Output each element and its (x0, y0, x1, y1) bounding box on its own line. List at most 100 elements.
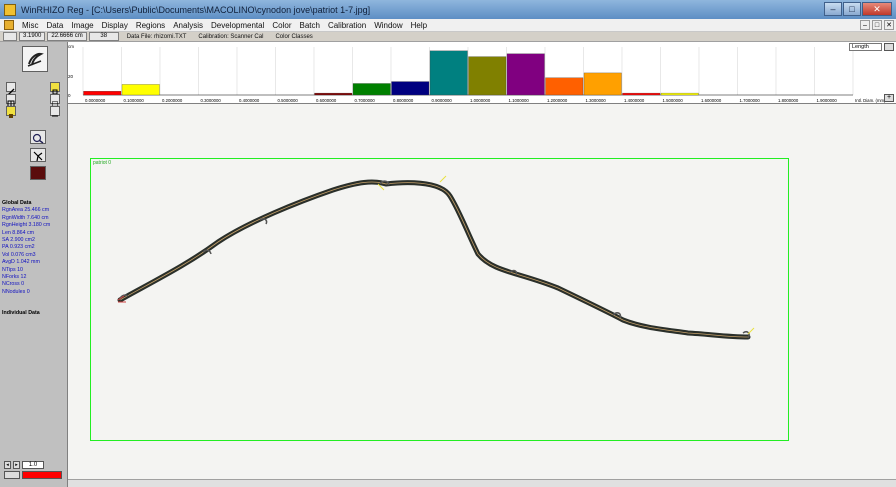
root-sample-button[interactable] (30, 148, 46, 162)
histogram-bar (660, 92, 699, 96)
global-volume: Vol 0.076 cm3 (2, 251, 36, 258)
histogram-xtick: 1.1000000 (509, 98, 530, 103)
analyze-tool-button[interactable] (30, 130, 46, 144)
global-data-header: Global Data (2, 200, 32, 206)
global-nodules: NNodules 0 (2, 288, 30, 295)
global-surface-area: SA 2.900 cm2 (2, 237, 35, 244)
global-forks: NForks 12 (2, 274, 27, 281)
menu-calibration[interactable]: Calibration (324, 21, 370, 30)
histogram-tail-label: Intl. Diam. (mm) (855, 98, 886, 103)
label-icon (9, 114, 13, 118)
histogram-xtick: 1.2000000 (547, 98, 568, 103)
histogram-bar (583, 72, 622, 96)
title-bar: WinRHIZO Reg - [C:\Users\Public\Document… (0, 0, 896, 19)
pen-tool-button[interactable] (6, 82, 16, 96)
global-rgn-height: RgnHeight 3.180 cm (2, 222, 51, 229)
histogram-xtick: 1.9000000 (817, 98, 838, 103)
status-field-length: 22.6666 cm (47, 32, 87, 41)
roi-label: patriot 0 (93, 160, 112, 166)
menu-regions[interactable]: Regions (132, 21, 169, 30)
histogram-bar (352, 83, 391, 96)
window-controls: – □ ✕ (824, 2, 892, 16)
window-title: WinRHIZO Reg - [C:\Users\Public\Document… (21, 4, 371, 15)
histogram-bar (314, 92, 353, 96)
histogram-xtick: 0.1000000 (124, 98, 145, 103)
histogram-bar (391, 81, 430, 96)
menu-developmental[interactable]: Developmental (207, 21, 268, 30)
histogram-bar (506, 53, 545, 96)
histogram-ytick: 0 (68, 93, 71, 98)
zoom-value[interactable]: 1.0 (22, 460, 44, 469)
region-tool-button[interactable] (50, 82, 60, 95)
maximize-button[interactable]: □ (843, 2, 861, 16)
color-swatch-button[interactable] (30, 166, 46, 180)
histogram-xtick: 0.0000000 (85, 98, 106, 103)
app-window: WinRHIZO Reg - [C:\Users\Public\Document… (0, 0, 896, 487)
menu-help[interactable]: Help (407, 21, 431, 30)
menu-display[interactable]: Display (98, 21, 132, 30)
histogram-xtick: 0.9000000 (432, 98, 453, 103)
menu-image[interactable]: Image (67, 21, 97, 30)
global-rgn-area: RgnArea 25.466 cm (2, 207, 50, 214)
global-data-panel: Global Data RgnArea 25.466 cm RgnWidth 7… (2, 200, 68, 296)
menu-data[interactable]: Data (42, 21, 67, 30)
histogram-xtick: 1.3000000 (586, 98, 607, 103)
diameter-histogram: cm 20 0 0.0000000 0.1000000 0.2000000 0.300000… (68, 42, 896, 104)
grid-tool-button[interactable] (6, 94, 16, 108)
color-mode-button[interactable] (4, 470, 20, 479)
menu-misc[interactable]: Misc (18, 21, 42, 30)
status-calibration: Calibration: Scanner Cal (198, 33, 264, 40)
dropdown-arrow-icon[interactable] (884, 43, 894, 51)
label-tool-button[interactable] (6, 106, 16, 118)
document-icon[interactable] (4, 20, 14, 30)
status-color-classes: Color Classes (275, 33, 313, 40)
histogram-bar (121, 84, 160, 96)
root-drawing-icon (27, 52, 44, 67)
status-data-file: Data File: rhizomi.TXT (126, 33, 187, 40)
histogram-bar (83, 91, 122, 96)
horizontal-scrollbar[interactable] (68, 479, 896, 487)
global-projected-area: PA 0.923 cm2 (2, 244, 35, 251)
mdi-close-button[interactable]: ✕ (884, 20, 894, 30)
menu-color[interactable]: Color (268, 21, 295, 30)
menu-analysis[interactable]: Analysis (169, 21, 207, 30)
global-avg-diameter: AvgD 1.042 mm (2, 259, 40, 266)
histogram-xtick: 1.8000000 (778, 98, 799, 103)
histogram-bar (622, 92, 661, 96)
measure-tool-button[interactable] (50, 106, 60, 117)
individual-data-header: Individual Data (2, 310, 40, 316)
region-of-interest[interactable]: patriot 0 (90, 158, 789, 441)
app-icon (4, 3, 16, 16)
image-canvas[interactable]: patriot 0 (68, 104, 896, 487)
histogram-bar (468, 56, 507, 96)
zoom-in-button[interactable]: ▸ (13, 460, 20, 469)
global-tips: NTips 10 (2, 266, 23, 273)
histogram-xtick: 0.3000000 (201, 98, 222, 103)
menu-window[interactable]: Window (370, 21, 406, 30)
histogram-measure-dropdown[interactable]: Length (849, 43, 882, 51)
histogram-xtick: 0.5000000 (278, 98, 299, 103)
histogram-expand-button[interactable]: + (884, 94, 894, 102)
histogram-xtick: 1.6000000 (701, 98, 722, 103)
histogram-xtick: 1.4000000 (624, 98, 645, 103)
mdi-restore-button[interactable]: □ (872, 20, 882, 30)
mdi-minimize-button[interactable]: – (860, 20, 870, 30)
status-row: 3.1900 22.6666 cm 38 Data File: rhizomi.… (0, 32, 896, 42)
close-button[interactable]: ✕ (862, 2, 892, 16)
histogram-xtick: 0.6000000 (316, 98, 337, 103)
menu-batch[interactable]: Batch (295, 21, 323, 30)
histogram-bar (429, 50, 468, 96)
select-tool-button[interactable] (50, 94, 60, 107)
histogram-ytick: 20 (68, 74, 74, 79)
zoom-controls: ◂ ▸ 1.0 (4, 460, 66, 479)
zoom-out-button[interactable]: ◂ (4, 460, 11, 469)
histogram-xtick: 0.2000000 (162, 98, 183, 103)
root-tool-button[interactable] (22, 46, 48, 72)
status-field-value: 3.1900 (19, 32, 46, 41)
status-field-count: 38 (88, 32, 119, 41)
measure-icon (52, 115, 58, 117)
menu-bar: Misc Data Image Display Regions Analysis… (0, 19, 896, 32)
minimize-button[interactable]: – (824, 2, 842, 16)
global-length: Len 8.864 cm (2, 229, 35, 236)
left-tool-panel: Global Data RgnArea 25.466 cm RgnWidth 7… (0, 42, 68, 487)
